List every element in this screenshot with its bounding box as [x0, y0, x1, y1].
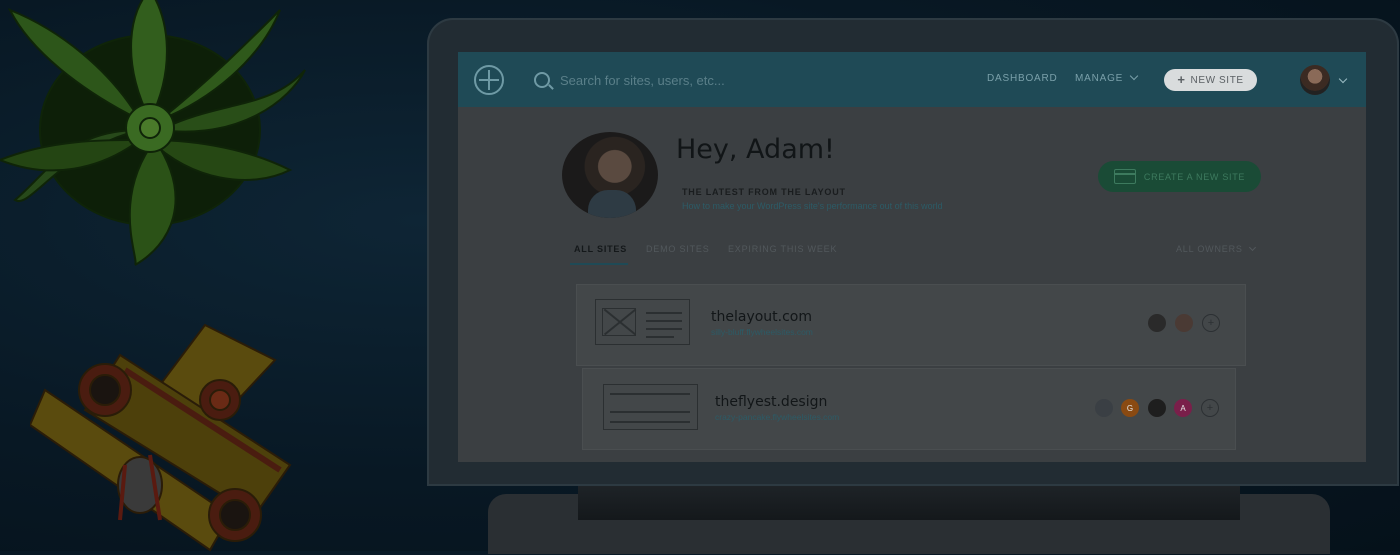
search-icon	[534, 72, 550, 88]
site-card[interactable]: thelayout.com silly-bluff.flywheelsites.…	[576, 284, 1246, 366]
owner-avatar[interactable]	[1148, 399, 1166, 417]
owner-avatar[interactable]	[1175, 314, 1193, 332]
app-header: DASHBOARD MANAGE + NEW SITE	[458, 52, 1366, 107]
greeting-heading: Hey, Adam!	[676, 134, 835, 165]
browser-card-icon	[1113, 169, 1136, 184]
owner-avatar-initial[interactable]: G	[1121, 399, 1139, 417]
owners-filter-label: ALL OWNERS	[1176, 244, 1243, 254]
search-input[interactable]	[558, 69, 862, 91]
site-thumbnail	[603, 384, 698, 430]
chevron-down-icon	[1248, 243, 1256, 252]
toy-airplane-image	[30, 323, 292, 552]
add-owner-button[interactable]: +	[1201, 399, 1219, 417]
plus-icon: +	[1177, 72, 1186, 87]
owners-filter-dropdown[interactable]: ALL OWNERS	[1176, 243, 1256, 254]
owner-avatar-initial[interactable]: A	[1174, 399, 1192, 417]
site-url[interactable]: crazy-pancake.flywheelsites.com	[715, 412, 839, 422]
new-site-button[interactable]: + NEW SITE	[1164, 69, 1257, 91]
latest-news-link[interactable]: How to make your WordPress site's perfor…	[682, 201, 943, 211]
site-url[interactable]: silly-bluff.flywheelsites.com	[711, 327, 813, 337]
tab-all-sites[interactable]: ALL SITES	[574, 244, 627, 254]
laptop-hinge	[578, 486, 1240, 520]
site-name[interactable]: theflyest.design	[715, 394, 827, 410]
site-card[interactable]: theflyest.design crazy-pancake.flywheels…	[582, 368, 1236, 450]
laptop-screen: DASHBOARD MANAGE + NEW SITE Hey, Adam! T…	[458, 52, 1366, 462]
nav-manage-label: MANAGE	[1075, 73, 1124, 84]
tab-expiring-this-week[interactable]: EXPIRING THIS WEEK	[728, 244, 837, 254]
flywheel-logo-icon[interactable]	[474, 65, 504, 95]
nav-manage[interactable]: MANAGE	[1075, 71, 1139, 84]
site-thumbnail	[595, 299, 690, 345]
owner-avatar[interactable]	[1095, 399, 1113, 417]
create-new-site-button[interactable]: CREATE A NEW SITE	[1098, 161, 1261, 192]
active-tab-indicator	[570, 263, 628, 265]
owner-avatar[interactable]	[1148, 314, 1166, 332]
chevron-down-icon[interactable]	[1338, 74, 1348, 84]
site-name[interactable]: thelayout.com	[711, 309, 812, 325]
succulent-plant-image	[0, 0, 306, 266]
desk-scene: DASHBOARD MANAGE + NEW SITE Hey, Adam! T…	[0, 0, 1400, 554]
tab-demo-sites[interactable]: DEMO SITES	[646, 244, 710, 254]
user-avatar[interactable]	[1300, 65, 1330, 95]
nav-dashboard[interactable]: DASHBOARD	[987, 73, 1058, 84]
chevron-down-icon	[1129, 71, 1139, 81]
profile-photo	[562, 132, 658, 218]
image-placeholder-icon	[602, 308, 636, 336]
add-owner-button[interactable]: +	[1202, 314, 1220, 332]
new-site-label: NEW SITE	[1190, 74, 1244, 86]
latest-news-title: THE LATEST FROM THE LAYOUT	[682, 187, 846, 197]
create-new-site-label: CREATE A NEW SITE	[1143, 171, 1246, 182]
